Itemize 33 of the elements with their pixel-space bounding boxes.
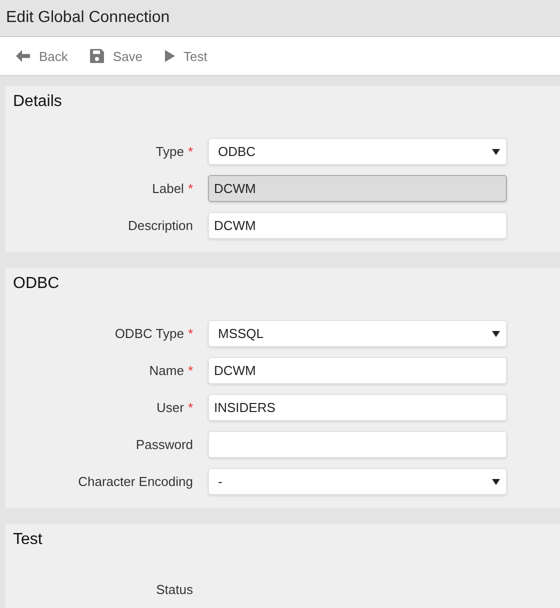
field-label: ODBC Type xyxy=(114,326,184,341)
arrow-left-icon xyxy=(16,50,30,62)
required-asterisk: * xyxy=(188,144,193,159)
caret-icon xyxy=(492,478,500,484)
section-title: Test xyxy=(13,530,44,550)
field-label: Description xyxy=(128,218,193,233)
back-button[interactable]: Back xyxy=(16,48,68,64)
required-asterisk: * xyxy=(188,326,193,341)
select-field[interactable]: - xyxy=(208,468,507,495)
field-label: Name xyxy=(149,363,184,378)
required-asterisk: * xyxy=(188,400,193,415)
caret-icon xyxy=(492,148,500,154)
field-label: Status xyxy=(156,582,193,597)
required-asterisk: * xyxy=(188,181,193,196)
window-title: Edit Global Connection xyxy=(6,9,170,27)
field-label: Type xyxy=(156,144,184,159)
field-label: Password xyxy=(136,437,193,452)
input-field[interactable]: DCWM xyxy=(208,357,507,384)
input-field[interactable]: INSIDERS xyxy=(208,394,507,421)
section-title: ODBC xyxy=(13,274,60,294)
select-field[interactable]: ODBC xyxy=(208,138,507,165)
play-icon xyxy=(164,50,175,62)
required-asterisk: * xyxy=(188,363,193,378)
test-button[interactable]: Test xyxy=(164,48,208,64)
field-label: Character Encoding xyxy=(78,474,193,489)
select-field[interactable]: MSSQL xyxy=(208,320,507,347)
save-button[interactable]: Save xyxy=(90,48,143,64)
section-title: Details xyxy=(13,92,63,112)
caret-icon xyxy=(492,330,500,336)
field-label: User xyxy=(156,400,184,415)
field-label: Label xyxy=(152,181,184,196)
input-field[interactable] xyxy=(208,431,507,458)
input-field[interactable]: DCWM xyxy=(208,212,507,239)
